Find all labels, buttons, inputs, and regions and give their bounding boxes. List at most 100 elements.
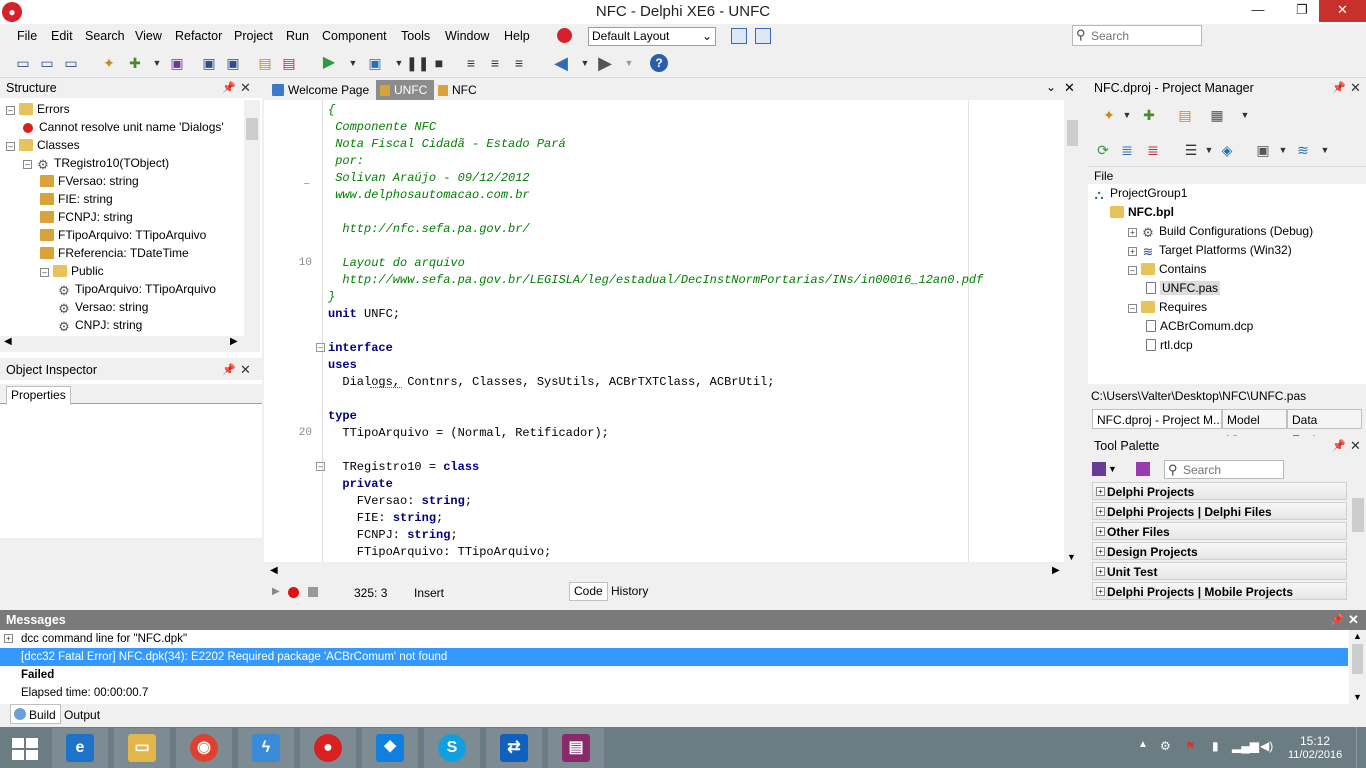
code-line[interactable]: www.delphosautomacao.com.br [328,187,529,204]
ide-search-box[interactable]: ⚲ [1072,25,1202,46]
editor-hscrollbar[interactable]: ◀ ▶ [264,562,1081,580]
close-all-icon[interactable]: ▣ [224,54,242,72]
structure-row[interactable]: FTipoArquivo: TTipoArquivo [40,226,206,244]
build-icon[interactable]: ◈ [1218,141,1236,159]
structure-row[interactable]: FCNPJ: string [40,208,133,226]
code-line[interactable]: http://nfc.sefa.pa.gov.br/ [328,221,529,238]
structure-row[interactable]: – Errors [6,100,70,118]
scroll-thumb[interactable] [246,118,258,140]
code-line[interactable]: http://www.sefa.pa.gov.br/LEGISLA/leg/es… [328,272,983,289]
code-line[interactable]: private [328,476,392,493]
expand-toggle-icon[interactable]: + [1128,228,1137,237]
open-project-folder-icon[interactable]: ▤ [1176,106,1194,124]
tab-unfc[interactable]: UNFC [376,80,434,100]
project-tree-row[interactable]: + ≋ Target Platforms (Win32) [1128,241,1292,259]
chevron-down-icon[interactable]: ▼ [576,54,594,72]
file-column-header[interactable]: File [1088,166,1366,184]
stop-icon[interactable]: ■ [430,54,448,72]
tab-data-explorer[interactable]: Data Explorer [1287,409,1362,447]
scroll-left-icon[interactable]: ◀ [270,565,278,576]
open-project-icon[interactable]: ▭ [62,54,80,72]
structure-row[interactable]: FIE: string [40,190,113,208]
structure-row[interactable]: – Public [40,262,104,280]
save-all-icon[interactable]: ▣ [200,54,218,72]
run-to-cursor-icon[interactable]: ≡ [510,54,528,72]
fold-toggle-icon[interactable]: – [316,462,325,471]
help-icon[interactable]: ? [650,54,668,72]
project-tree-row[interactable]: ⛬ ProjectGroup1 [1092,184,1187,202]
expand-icon[interactable]: ≣ [1118,141,1136,159]
fold-toggle-icon[interactable]: – [316,343,325,352]
project-tree-row[interactable]: rtl.dcp [1146,336,1193,354]
palette-search-box[interactable]: ⚲ [1164,460,1284,479]
tab-properties[interactable]: Properties [6,386,71,405]
pin-icon[interactable]: 📌 [1332,78,1346,98]
palette-category[interactable]: + Design Projects [1092,542,1347,560]
ide-search-input[interactable] [1091,27,1197,44]
palette-filter-icon[interactable] [1136,462,1150,476]
code-line[interactable]: Dialogs, Contnrs, Classes, SysUtils, ACB… [328,374,774,391]
chevron-down-icon[interactable]: ▼ [1274,141,1292,159]
code-line[interactable]: FCNPJ: string; [328,527,458,544]
new-items-icon[interactable]: ▭ [14,54,32,72]
save-desktop-icon[interactable] [731,28,747,44]
tab-code[interactable]: Code [569,582,608,601]
expand-toggle-icon[interactable]: + [1096,587,1105,596]
sync-icon[interactable]: ⟳ [1094,141,1112,159]
show-desktop-button[interactable] [1356,727,1366,768]
structure-row[interactable]: FVersao: string [40,172,139,190]
play-macro-icon[interactable]: ▶ [272,586,280,597]
code-line[interactable]: TRegistro10 = class [328,459,479,476]
tab-nfc[interactable]: NFC [438,81,486,99]
back-arrow-icon[interactable]: ◀ [552,54,570,72]
code-line[interactable]: interface [328,340,393,357]
code-line[interactable]: FTipoArquivo: TTipoArquivo; [328,544,551,561]
tab-project-manager[interactable]: NFC.dproj - Project M... [1092,409,1222,429]
expand-toggle-icon[interactable]: + [1096,547,1105,556]
menu-search[interactable]: Search [85,29,125,43]
tab-history[interactable]: History [606,582,653,601]
menu-component[interactable]: Component [322,29,387,43]
expand-toggle-icon[interactable]: – [1128,304,1137,313]
scroll-thumb[interactable] [1067,120,1078,146]
structure-scrollbar[interactable] [244,100,260,336]
taskbar-app-button[interactable]: ▤ [548,728,604,768]
code-line[interactable]: type [328,408,357,425]
structure-hscrollbar[interactable]: ◀ ▶ [0,336,260,352]
chevron-down-icon[interactable]: ▼ [1108,464,1117,474]
fold-marker-icon[interactable]: – [304,178,310,189]
chevron-down-icon[interactable]: ▼ [1118,106,1136,124]
code-line[interactable]: { [328,102,335,119]
expand-toggle-icon[interactable]: + [1096,507,1105,516]
stop-macro-icon[interactable] [308,587,318,597]
taskbar-app-button[interactable]: e [52,728,108,768]
flag-icon[interactable]: ⚑ [1185,739,1196,753]
expand-toggle-icon[interactable]: + [4,634,13,643]
expand-toggle-icon[interactable]: + [1128,247,1137,256]
step-over-icon[interactable]: ≡ [462,54,480,72]
record-macro-icon[interactable] [288,587,299,598]
forward-arrow-icon[interactable]: ▶ [596,54,614,72]
structure-row[interactable]: ⚙ Versao: string [57,298,148,316]
palette-category[interactable]: + Delphi Projects [1092,482,1347,500]
make-icon[interactable]: ≋ [1294,141,1312,159]
menu-help[interactable]: Help [504,29,530,43]
code-line[interactable]: TTipoArquivo = (Normal, Retificador); [328,425,608,442]
chevron-down-icon[interactable]: ▼ [1236,106,1254,124]
new-file-icon[interactable]: ✦ [100,54,118,72]
code-line[interactable]: Layout do arquivo [328,255,464,272]
chevron-down-icon[interactable]: ▼ [344,54,362,72]
editor-vscrollbar[interactable]: ▼ [1064,100,1081,562]
scroll-right-icon[interactable]: ▶ [1052,565,1060,576]
message-row[interactable]: Failed [0,666,1348,684]
run-without-debug-icon[interactable]: ▣ [366,54,384,72]
project-tree-row[interactable]: – Contains [1128,260,1206,278]
taskbar-app-button[interactable]: ϟ [238,728,294,768]
collapse-toggle-icon[interactable]: – [23,160,32,169]
palette-category[interactable]: + Delphi Projects | Mobile Projects [1092,582,1347,600]
minimize-button[interactable]: — [1241,0,1275,22]
project-tree-row[interactable]: ACBrComum.dcp [1146,317,1253,335]
palette-category[interactable]: + Unit Test [1092,562,1347,580]
messages-scrollbar[interactable]: ▲ ▼ [1349,630,1366,704]
scroll-up-icon[interactable]: ▲ [1353,631,1362,641]
